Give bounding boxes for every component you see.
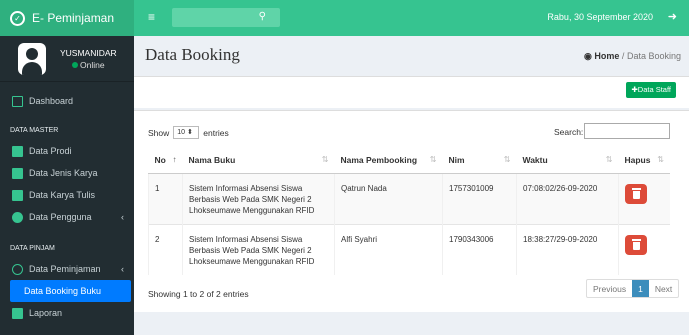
book-icon xyxy=(12,189,23,201)
cell-waktu: 18:38:27/29-09-2020 xyxy=(516,223,619,275)
table-search-input[interactable] xyxy=(584,123,670,139)
trash-icon xyxy=(631,238,641,250)
cell-nama-pembooking: Qatrun Nada xyxy=(334,172,443,224)
sort-icon: ⇅ xyxy=(657,154,664,164)
sidebar-item-label: Data Booking Buku xyxy=(24,286,102,296)
add-data-staff-button[interactable]: ✚Data Staff xyxy=(626,82,676,98)
sort-icon: ⇅ xyxy=(503,154,511,164)
sidebar-item-label: Dashboard xyxy=(29,96,74,106)
sidebar-item-data-prodi[interactable]: Data Prodi xyxy=(0,140,134,162)
sidebar-item-data-peminjaman[interactable]: Data Peminjaman ‹ xyxy=(0,258,134,280)
cell-nama-buku: Sistem Informasi Absensi Siswa Berbasis … xyxy=(182,172,335,224)
sidebar-item-label: Data Karya Tulis xyxy=(29,190,96,200)
sidebar-item-dashboard[interactable]: Dashboard xyxy=(0,90,134,112)
column-header-nim[interactable]: Nim ⇅ xyxy=(442,147,517,174)
monitor-icon xyxy=(12,95,23,107)
chevron-left-icon: ‹ xyxy=(121,264,124,274)
cell-nama-pembooking: Alfi Syahri xyxy=(334,223,443,275)
data-table-box: Show 10 ⬍ entries Search: No ↑ Nama Buku ⇅… xyxy=(134,110,689,312)
pagination-next[interactable]: Next xyxy=(649,280,678,297)
sidebar-item-label: Data Jenis Karya xyxy=(29,168,98,178)
column-header-nama-pembooking[interactable]: Nama Pembooking ⇅ xyxy=(334,147,443,174)
entries-label: entries xyxy=(203,127,229,138)
sidebar-header-master: DATA MASTER xyxy=(10,126,59,134)
sort-icon: ⇅ xyxy=(605,154,613,164)
sort-asc-icon: ↑ xyxy=(172,154,177,164)
sidebar-item-label: Laporan xyxy=(29,308,63,318)
online-dot-icon xyxy=(72,61,79,68)
sign-out-icon[interactable]: ➜ xyxy=(668,10,677,23)
current-date: Rabu, 30 September 2020 xyxy=(547,12,653,22)
sort-icon: ⇅ xyxy=(429,154,437,164)
sidebar: YUSMANIDAR Online Dashboard DATA MASTER … xyxy=(0,36,134,335)
column-header-hapus[interactable]: Hapus ⇅ xyxy=(618,147,670,174)
table-header-row: No ↑ Nama Buku ⇅ Nama Pembooking ⇅ Nim ⇅ Wak… xyxy=(148,147,670,174)
sidebar-item-label: Data Peminjaman xyxy=(29,264,101,274)
search-icon: ⚲ xyxy=(258,11,266,22)
table-row: 1 Sistem Informasi Absensi Siswa Berbasi… xyxy=(148,172,670,224)
breadcrumb-home[interactable]: ◉ Home xyxy=(584,51,619,61)
pagination-previous[interactable]: Previous xyxy=(587,280,632,297)
pagination-page-1[interactable]: 1 xyxy=(632,280,649,297)
sidebar-item-label: Data Prodi xyxy=(29,146,72,156)
column-header-waktu[interactable]: Waktu ⇅ xyxy=(516,147,619,174)
menu-toggle-icon[interactable]: ≡ xyxy=(148,11,155,23)
avatar xyxy=(18,42,46,75)
breadcrumb-current: Data Booking xyxy=(626,51,681,61)
sidebar-item-laporan[interactable]: Laporan xyxy=(0,302,134,324)
sidebar-header-pinjam: DATA PINJAM xyxy=(10,244,55,252)
page-title: Data Booking xyxy=(145,45,240,64)
breadcrumb: ◉ Home / Data Booking xyxy=(584,51,681,61)
booking-table: No ↑ Nama Buku ⇅ Nama Pembooking ⇅ Nim ⇅ Wak… xyxy=(148,147,670,275)
content-header: Data Booking ◉ Home / Data Booking xyxy=(134,36,689,76)
table-info: Showing 1 to 2 of 2 entries xyxy=(148,289,249,299)
cell-nama-buku: Sistem Informasi Absensi Siswa Berbasis … xyxy=(182,223,335,275)
trash-icon xyxy=(631,187,641,199)
logo-icon: ✓ xyxy=(10,10,25,26)
sidebar-item-data-booking-buku[interactable]: Data Booking Buku xyxy=(10,280,131,302)
dashboard-icon: ◉ xyxy=(584,51,592,61)
column-header-nama-buku[interactable]: Nama Buku ⇅ xyxy=(182,147,335,174)
cell-nim: 1790343006 xyxy=(442,223,517,275)
entries-select[interactable]: 10 ⬍ xyxy=(173,126,200,139)
top-search-input[interactable]: ⚲ xyxy=(172,8,280,27)
edit-icon xyxy=(12,167,23,179)
cell-no: 2 xyxy=(148,223,183,275)
show-label: Show xyxy=(148,127,170,138)
pagination: Previous 1 Next xyxy=(586,279,680,298)
app-logo[interactable]: ✓ E- Peminjaman xyxy=(0,0,134,36)
users-icon xyxy=(12,211,23,223)
top-navbar: ✓ E- Peminjaman ≡ ⚲ Rabu, 30 September 2… xyxy=(0,0,689,36)
sort-icon: ⇅ xyxy=(321,154,329,164)
delete-button[interactable] xyxy=(625,183,647,204)
column-header-no[interactable]: No ↑ xyxy=(148,147,183,174)
cell-waktu: 07:08:02/26-09-2020 xyxy=(516,172,619,224)
sidebar-item-data-pengguna[interactable]: Data Pengguna ‹ xyxy=(0,206,134,228)
chevron-left-icon: ‹ xyxy=(121,212,124,222)
table-row: 2 Sistem Informasi Absensi Siswa Berbasi… xyxy=(148,223,670,275)
cell-no: 1 xyxy=(148,172,183,224)
file-icon xyxy=(12,307,23,319)
app-title: E- Peminjaman xyxy=(32,11,115,25)
sidebar-item-label: Data Pengguna xyxy=(29,212,92,222)
sidebar-item-data-karya-tulis[interactable]: Data Karya Tulis xyxy=(0,184,134,206)
action-box: ✚Data Staff xyxy=(134,76,689,108)
user-name: YUSMANIDAR xyxy=(60,47,117,58)
search-label: Search: xyxy=(554,127,584,137)
user-status: Online xyxy=(80,59,105,70)
delete-button[interactable] xyxy=(625,234,647,255)
circle-icon xyxy=(12,263,23,275)
building-icon xyxy=(12,145,23,157)
user-panel: YUSMANIDAR Online xyxy=(0,36,134,82)
sidebar-item-data-jenis-karya[interactable]: Data Jenis Karya xyxy=(0,162,134,184)
cell-nim: 1757301009 xyxy=(442,172,517,224)
